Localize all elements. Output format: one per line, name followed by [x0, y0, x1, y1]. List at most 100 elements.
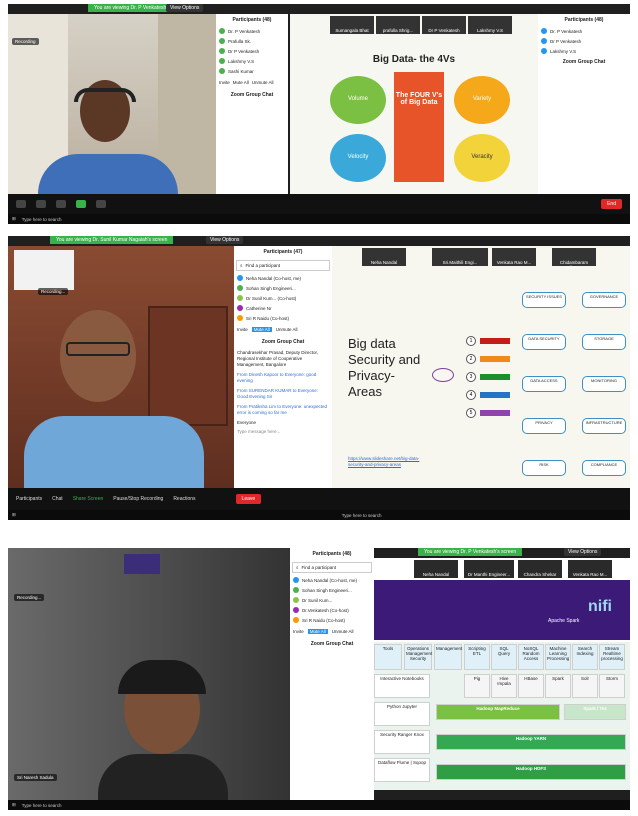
grid-bar: Spark / Tez [564, 704, 626, 720]
share-screen-button[interactable]: Share Screen [73, 496, 104, 502]
mind-map-category-bar [480, 338, 510, 344]
participant-row[interactable]: Prafulla Sk. [216, 36, 288, 46]
pause-recording-button[interactable]: Pause/Stop Recording [113, 496, 163, 502]
record-icon[interactable] [96, 200, 106, 208]
participant-row[interactable]: Catherine Nr [234, 303, 332, 313]
view-options-button[interactable]: View Options [564, 548, 602, 556]
view-options-button[interactable]: View Options [206, 236, 244, 244]
video-thumbnail[interactable]: Sri.Maithili Engi... [432, 248, 488, 266]
mind-map-branch: DATA SECURITY [522, 334, 566, 350]
grid-header: Scripting ETL [464, 644, 490, 670]
participant-row[interactable]: Dr Sunil Kum... [290, 595, 374, 605]
mute-all-button[interactable]: Mute All [307, 629, 328, 634]
video-thumbnail[interactable]: Sumangala Bhat [330, 16, 374, 34]
speaker-shirt [24, 416, 204, 490]
mind-map-branch: RISK [522, 460, 566, 476]
avatar [237, 295, 243, 301]
avatar [219, 68, 225, 74]
participant-row[interactable]: Lakshmy V.S [538, 46, 630, 56]
avatar [293, 577, 299, 583]
chat-header: Zoom Group Chat [230, 92, 274, 98]
invite-button[interactable]: Invite [293, 629, 304, 634]
unmute-all-button[interactable]: Unmute All [276, 327, 298, 332]
mind-map-hub [432, 368, 454, 382]
mind-map-branch: SECURITY ISSUES [522, 292, 566, 308]
search-icon: ⌕ [240, 263, 243, 268]
invite-button[interactable]: Invite [219, 80, 230, 85]
video-speaker-2 [8, 246, 234, 490]
taskbar-search[interactable]: Type here to search [22, 803, 62, 808]
participants-panel-right: Participants (48) Dr. P Venkatesh Dr P V… [538, 14, 630, 204]
participant-row[interactable]: Dr P Venkatesh [538, 36, 630, 46]
invite-button[interactable]: Invite [237, 327, 248, 332]
video-thumbnail[interactable]: Dr Manthi Engineer... [464, 560, 514, 578]
mic-icon[interactable] [16, 200, 26, 208]
leave-button[interactable]: Leave [235, 494, 262, 504]
end-button[interactable]: End [601, 199, 622, 209]
participant-row[interactable]: Sohan Singh Engineeri... [290, 585, 374, 595]
participant-row[interactable]: Sri R Naidu (Co-host) [290, 615, 374, 625]
participant-row[interactable]: Sri R Naidu (Co-host) [234, 313, 332, 323]
participant-row[interactable]: Dr Sunil Kum... (Co-host) [234, 293, 332, 303]
grid-side-label: Interactive Notebooks [374, 674, 430, 698]
share-screen-icon[interactable] [76, 200, 86, 208]
find-participant-input[interactable]: ⌕ Find a participant [292, 562, 372, 573]
video-thumbnail[interactable]: Neha Nandal [414, 560, 458, 578]
participant-row[interactable]: Neha Nandal (Co-host, me) [234, 273, 332, 283]
participant-row[interactable]: Dr.Venkatesh (Co-host) [290, 605, 374, 615]
chat-recipient[interactable]: Everyone [234, 418, 332, 427]
slide-velocity: Velocity [330, 134, 386, 182]
shared-slide-security: Neha Nandal Sri.Maithili Engi... Venkata… [332, 246, 630, 520]
participants-button[interactable]: Participants [16, 496, 42, 502]
panel-session-4vs: You are viewing Dr. P Venkatesh's screen… [8, 4, 630, 224]
video-thumbnail[interactable]: Neha Nandal [362, 248, 406, 266]
unmute-all-button[interactable]: Unmute All [332, 629, 354, 634]
participant-row[interactable]: Lakshmy V.S [216, 56, 288, 66]
chat-message: Chandrasekhar Prasad, Deputy Director, R… [237, 350, 319, 367]
video-thumbnail[interactable]: prafulla Shrig... [376, 16, 420, 34]
video-icon[interactable] [36, 200, 46, 208]
find-participant-input[interactable]: ⌕ Find a participant [236, 260, 330, 271]
chat-button[interactable]: Chat [52, 496, 63, 502]
slide-title: Big Data- the 4Vs [372, 54, 456, 65]
windows-taskbar: ⊞ Type here to search [8, 510, 630, 520]
chat-input[interactable]: Type message here... [234, 427, 332, 436]
participant-row[interactable]: Dr. P Venkatesh [216, 26, 288, 36]
grid-header: Management [434, 644, 462, 670]
speaker-name-label: Sri Naresh Sadula [14, 774, 57, 781]
slide-link[interactable]: https://www.slideshare.net/big-data-secu… [348, 456, 428, 468]
shared-slide-hadoop: Neha Nandal Dr Manthi Engineer... Chandr… [374, 558, 630, 790]
participant-row[interactable]: Sohan Singh Engineeri... [234, 283, 332, 293]
shared-thumbnail [14, 250, 74, 290]
mind-map-category-bar [480, 392, 510, 398]
shared-slide-4vs: Sumangala Bhat prafulla Shrig... Dr P Ve… [290, 14, 538, 204]
mind-map-node: 3 [466, 372, 476, 382]
unmute-all-button[interactable]: Unmute All [252, 80, 274, 85]
avatar [293, 617, 299, 623]
hadoop-ecosystem-grid: Tools Operations Management Security Manag… [374, 642, 630, 790]
video-thumbnail[interactable]: Dr P Venkatesh [422, 16, 466, 34]
video-thumbnail[interactable]: Chandra Shekar [518, 560, 562, 578]
participant-row[interactable]: Sashi Kumar [216, 66, 288, 76]
cabinet [148, 306, 228, 426]
participant-row[interactable]: Dr. P Venkatesh [538, 26, 630, 36]
taskbar-search[interactable]: Type here to search [22, 217, 62, 222]
video-thumbnail[interactable]: Venkata Rao M... [492, 248, 536, 266]
grid-cell: Hive Impala [491, 674, 517, 698]
participant-row[interactable]: Dr P Venkatesh [216, 46, 288, 56]
video-thumbnail[interactable]: Venkata Rao M... [568, 560, 612, 578]
video-thumbnail[interactable]: Lakshmy V.S [468, 16, 512, 34]
taskbar-search[interactable]: Type here to search [342, 513, 382, 518]
windows-start-icon[interactable]: ⊞ [12, 802, 16, 808]
participants-icon[interactable] [56, 200, 66, 208]
windows-start-icon[interactable]: ⊞ [12, 512, 16, 518]
windows-start-icon[interactable]: ⊞ [12, 216, 16, 222]
participants-panel: Participants (47) ⌕ Find a participant Ne… [234, 246, 332, 490]
mute-all-button[interactable]: Mute All [233, 80, 249, 85]
participant-row[interactable]: Neha Nandal (Co-host, me) [290, 575, 374, 585]
video-thumbnail[interactable]: Chidambaram Nilam... [552, 248, 596, 270]
mute-all-button[interactable]: Mute All [251, 327, 272, 332]
reactions-button[interactable]: Reactions [173, 496, 195, 502]
view-options-button[interactable]: View Options [166, 4, 204, 12]
avatar [219, 38, 225, 44]
